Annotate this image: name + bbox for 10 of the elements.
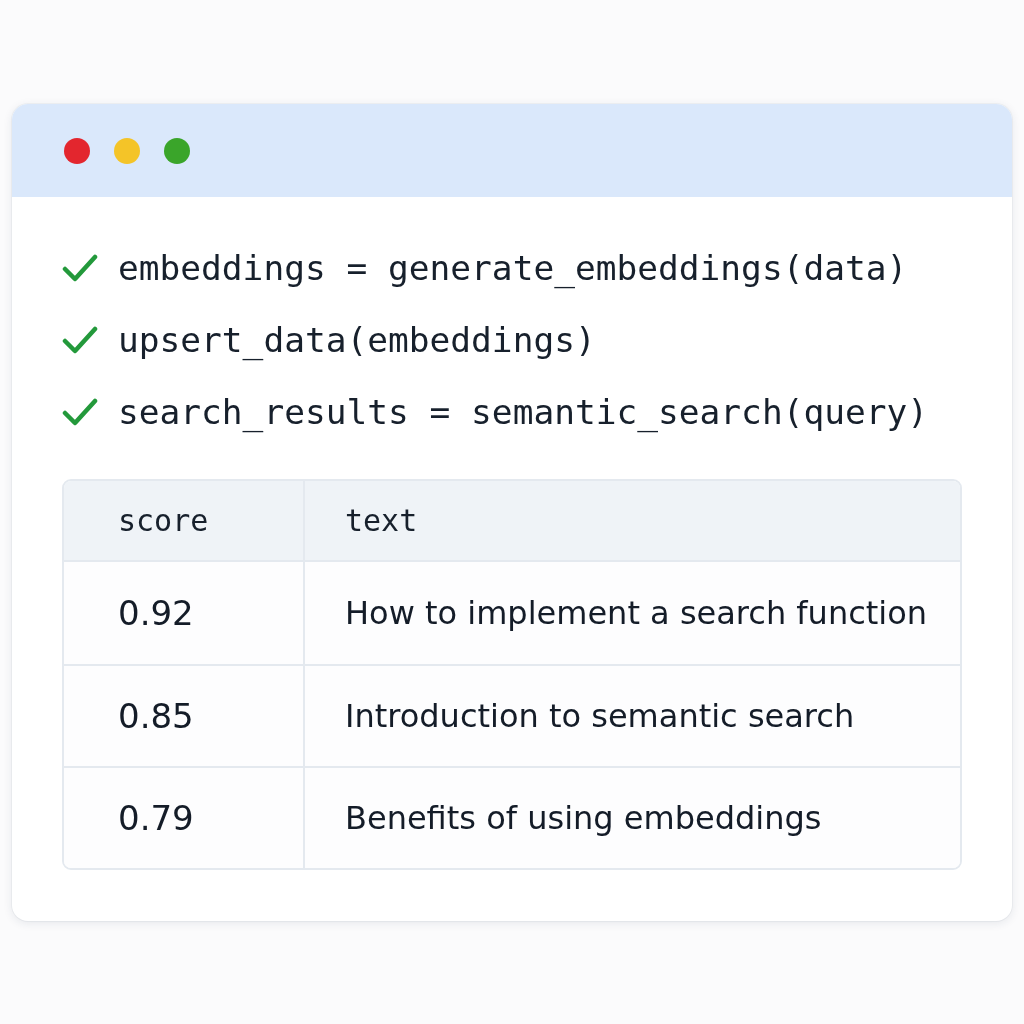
table-cell: 0.79 [64, 766, 305, 868]
table-cell: 0.85 [64, 664, 305, 766]
table-cell: Benefits of using embeddings [305, 766, 960, 868]
column-header: text [305, 481, 960, 562]
column-header: score [64, 481, 305, 562]
code-line: upsert_data(embeddings) [118, 320, 596, 360]
window-control-icon[interactable] [164, 137, 190, 164]
code-line: embeddings = generate_embeddings(data) [118, 248, 908, 288]
code-line: search_results = semantic_search(query) [118, 392, 929, 432]
window-control-icon[interactable] [64, 137, 90, 164]
